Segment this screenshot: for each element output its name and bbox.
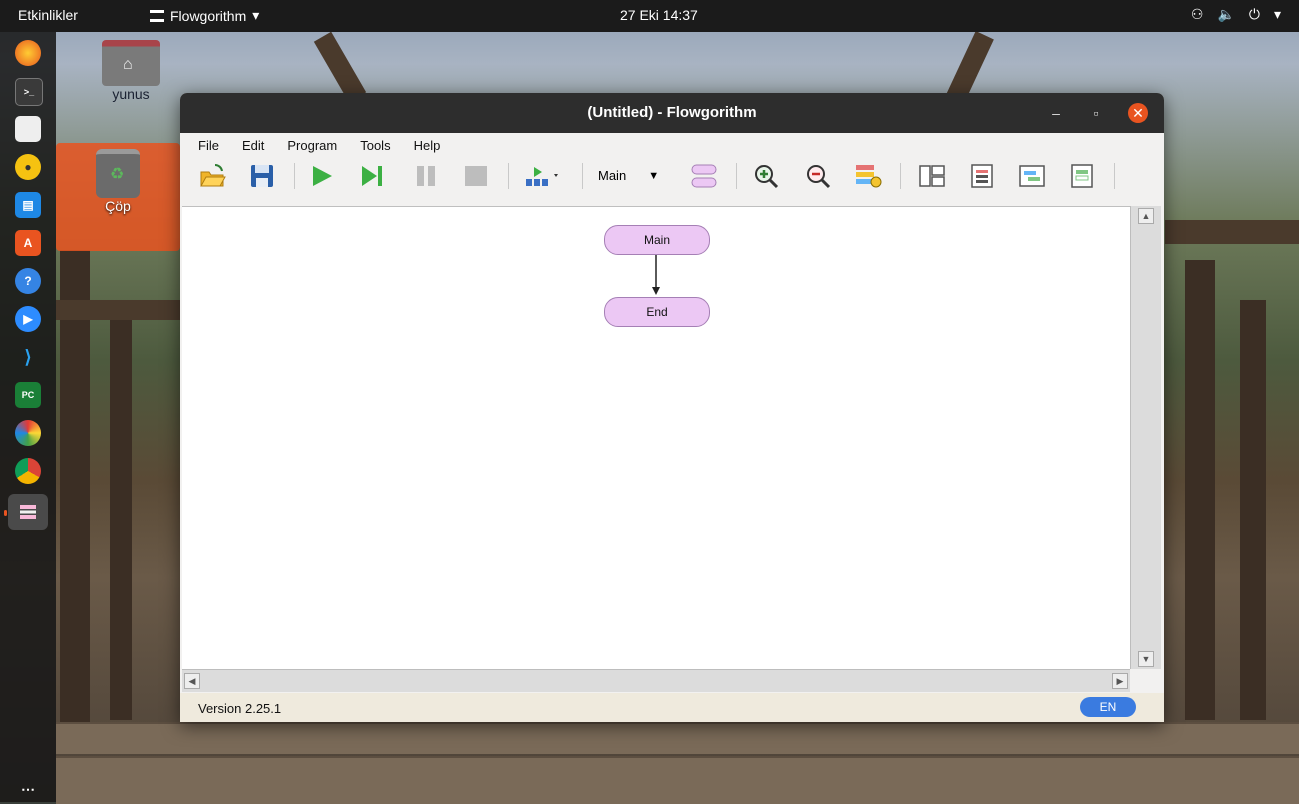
trash-icon: ♻	[96, 149, 140, 198]
wallpaper-post	[1240, 300, 1266, 720]
firefox-icon[interactable]	[15, 40, 41, 66]
wallpaper-cable	[313, 31, 367, 103]
dock: >_ ● ▤ A ? ▶ ⟩ PC ⋯	[0, 32, 56, 802]
chevron-down-icon: ▼	[648, 169, 660, 182]
terminal-icon[interactable]: >_	[15, 78, 43, 106]
wallpaper-rail	[56, 300, 180, 320]
function-select-value: Main	[598, 168, 627, 183]
zoom-icon[interactable]: ▶	[15, 306, 41, 332]
scroll-up-icon[interactable]: ▲	[1138, 208, 1154, 224]
toolbar-separator	[736, 163, 737, 189]
toolbar-separator	[508, 163, 509, 189]
stop-icon[interactable]	[462, 162, 490, 190]
pycharm-icon[interactable]: PC	[15, 382, 41, 408]
run-icon[interactable]	[308, 162, 336, 190]
libreoffice-writer-icon[interactable]: ▤	[15, 192, 41, 218]
menu-help[interactable]: Help	[414, 138, 441, 153]
version-label: Version 2.25.1	[198, 701, 282, 716]
zoom-out-icon[interactable]	[804, 162, 832, 190]
running-indicator	[4, 510, 7, 516]
rhythmbox-icon[interactable]: ●	[15, 154, 41, 180]
help-icon[interactable]: ?	[15, 268, 41, 294]
show-apps-button[interactable]: ⋯	[15, 776, 41, 802]
step-icon[interactable]	[358, 162, 386, 190]
close-button[interactable]: ✕	[1128, 103, 1148, 123]
activities-button[interactable]: Etkinlikler	[18, 7, 78, 23]
flowgorithm-icon	[20, 505, 36, 519]
layout-1-icon[interactable]	[918, 162, 946, 190]
home-folder-label: yunus	[112, 86, 150, 102]
menu-edit[interactable]: Edit	[242, 138, 264, 153]
wallpaper-post	[60, 250, 90, 730]
flowgorithm-window: (Untitled) - Flowgorithm – ▫ ✕ File Edit…	[180, 93, 1164, 722]
vscode-icon[interactable]: ⟩	[15, 344, 41, 370]
top-bar: Etkinlikler Flowgorithm ▾ 27 Eki 14:37 ⚇…	[0, 0, 1299, 32]
pause-icon[interactable]	[412, 162, 440, 190]
status-bar: Version 2.25.1 EN	[180, 693, 1164, 722]
pinwheel-icon[interactable]	[15, 420, 41, 446]
scroll-left-icon[interactable]: ◀	[184, 673, 200, 689]
flowchart-end-node[interactable]: End	[604, 297, 710, 327]
language-badge[interactable]: EN	[1080, 697, 1136, 717]
flowgorithm-dock-item[interactable]	[8, 494, 48, 530]
toolbar: Main ▼	[180, 157, 1164, 195]
function-shape-icon[interactable]	[690, 162, 718, 190]
wallpaper-rail	[1165, 220, 1299, 244]
files-icon[interactable]	[15, 116, 41, 142]
flowgorithm-app-icon	[150, 9, 164, 22]
wallpaper-post	[110, 300, 132, 720]
desktop-home-folder[interactable]: ⌂ yunus	[100, 40, 162, 102]
window-title: (Untitled) - Flowgorithm	[587, 104, 757, 121]
scroll-down-icon[interactable]: ▼	[1138, 651, 1154, 667]
menu-tools[interactable]: Tools	[360, 138, 390, 153]
minimize-button[interactable]: –	[1046, 103, 1066, 123]
software-center-icon[interactable]: A	[15, 230, 41, 256]
app-menu-label: Flowgorithm	[170, 7, 247, 24]
menu-bar: File Edit Program Tools Help	[180, 133, 1164, 157]
layout-2-icon[interactable]	[968, 162, 996, 190]
toolbar-separator	[1114, 163, 1115, 189]
layout-3-icon[interactable]	[1018, 162, 1046, 190]
flowchart-connector	[652, 254, 660, 295]
vertical-scrollbar[interactable]: ▲ ▼	[1130, 206, 1161, 669]
wallpaper-post	[1185, 260, 1215, 720]
open-icon[interactable]	[198, 162, 226, 190]
recycle-icon: ♻	[110, 166, 125, 183]
save-icon[interactable]	[248, 162, 276, 190]
scroll-right-icon[interactable]: ▶	[1112, 673, 1128, 689]
horizontal-scrollbar[interactable]: ◀ ▶	[182, 669, 1130, 692]
flowchart-main-node[interactable]: Main	[604, 225, 710, 255]
chevron-down-icon[interactable]: ▾	[1274, 6, 1281, 23]
app-menu[interactable]: Flowgorithm ▾	[150, 7, 259, 24]
maximize-button[interactable]: ▫	[1086, 103, 1106, 123]
toolbar-separator	[294, 163, 295, 189]
volume-icon[interactable]: 🔈	[1217, 6, 1234, 23]
clock[interactable]: 27 Eki 14:37	[620, 7, 698, 23]
flowchart-canvas[interactable]: Main End	[182, 206, 1130, 670]
variables-icon[interactable]	[854, 162, 882, 190]
trash-label: Çöp	[105, 198, 131, 214]
zoom-in-icon[interactable]	[752, 162, 780, 190]
menu-file[interactable]: File	[198, 138, 219, 153]
chevron-down-icon: ▾	[252, 7, 260, 23]
system-tray[interactable]: ⚇ 🔈 ⏻ ▾	[1191, 6, 1281, 23]
window-titlebar[interactable]: (Untitled) - Flowgorithm – ▫ ✕	[180, 93, 1164, 133]
network-icon[interactable]: ⚇	[1191, 6, 1204, 23]
toolbar-separator	[900, 163, 901, 189]
function-select[interactable]: Main ▼	[598, 168, 659, 183]
desktop-trash[interactable]: ♻ Çöp	[56, 143, 180, 251]
speed-icon[interactable]	[524, 162, 564, 190]
power-icon[interactable]: ⏻	[1249, 6, 1260, 23]
toolbar-separator	[582, 163, 583, 189]
wallpaper-plank	[56, 756, 1299, 804]
chrome-icon[interactable]	[15, 458, 41, 484]
menu-program[interactable]: Program	[287, 138, 337, 153]
layout-4-icon[interactable]	[1068, 162, 1096, 190]
home-icon: ⌂	[123, 56, 133, 73]
wallpaper-plank	[56, 722, 1299, 754]
folder-icon: ⌂	[102, 40, 160, 86]
